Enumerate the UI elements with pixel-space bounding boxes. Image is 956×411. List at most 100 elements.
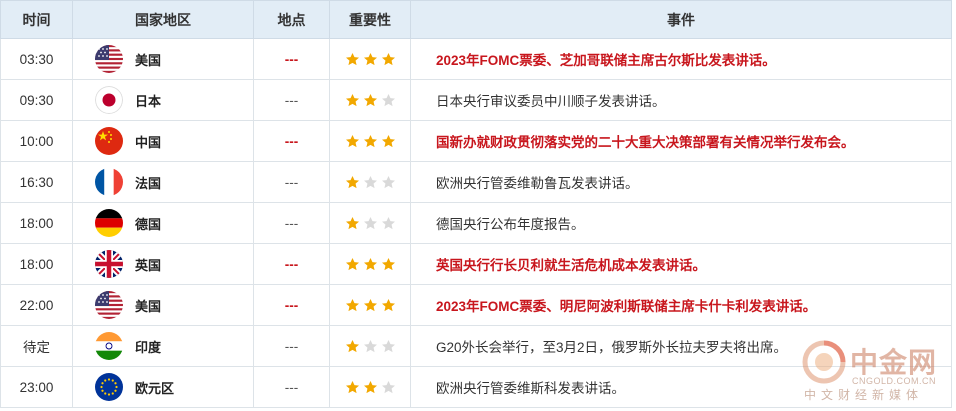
eu-flag-icon	[95, 373, 123, 401]
importance-stars	[329, 161, 411, 203]
india-flag-icon	[95, 332, 123, 360]
star-filled-icon	[346, 257, 359, 271]
star-filled-icon	[382, 298, 395, 312]
row-time: 09:30	[0, 79, 73, 121]
star-filled-icon	[364, 52, 377, 66]
importance-stars	[329, 120, 411, 162]
country-name: 法国	[135, 175, 162, 191]
star-filled-icon	[382, 257, 395, 271]
table-row[interactable]: 23:00 欧元区 --- 欧洲央行管委维斯科发表讲话。	[0, 366, 952, 408]
row-event[interactable]: 2023年FOMC票委、明尼阿波利斯联储主席卡什卡利发表讲话。	[410, 284, 952, 326]
star-filled-icon	[346, 93, 359, 107]
table-row[interactable]: 待定 印度 --- G20外长会举行，至3月2日，俄罗斯外长拉夫罗夫将出席。	[0, 325, 952, 367]
table-row[interactable]: 03:30 美国 --- 2023年FOMC票委、芝加哥联储主席古尔斯比发表讲话。	[0, 38, 952, 80]
table-row[interactable]: 09:30 日本 --- 日本央行审议委员中川顺子发表讲话。	[0, 79, 952, 121]
importance-stars	[329, 38, 411, 80]
table-row[interactable]: 22:00 美国 --- 2023年FOMC票委、明尼阿波利斯联储主席卡什卡利发表讲话…	[0, 284, 952, 326]
row-event[interactable]: 欧洲央行管委维斯科发表讲话。	[410, 366, 952, 408]
row-country: 欧元区	[72, 366, 254, 408]
star-empty-icon	[364, 175, 377, 189]
row-event[interactable]: 2023年FOMC票委、芝加哥联储主席古尔斯比发表讲话。	[410, 38, 952, 80]
star-empty-icon	[364, 216, 377, 230]
star-filled-icon	[346, 339, 359, 353]
row-location: ---	[253, 202, 330, 244]
star-filled-icon	[346, 175, 359, 189]
header-time: 时间	[0, 0, 73, 39]
table-header-row: 时间 国家地区 地点 重要性 事件	[0, 0, 952, 39]
row-time: 18:00	[0, 202, 73, 244]
importance-stars	[329, 325, 411, 367]
us-flag-icon	[95, 291, 123, 319]
china-flag-icon	[95, 127, 123, 155]
country-name: 德国	[135, 216, 162, 232]
star-empty-icon	[382, 216, 395, 230]
star-filled-icon	[364, 380, 377, 394]
row-country: 中国	[72, 120, 254, 162]
importance-stars	[329, 202, 411, 244]
row-country: 英国	[72, 243, 254, 285]
row-country: 法国	[72, 161, 254, 203]
star-filled-icon	[364, 298, 377, 312]
table-row[interactable]: 18:00 英国 --- 英国央行行长贝利就生活危机成本发表讲话。	[0, 243, 952, 285]
row-event[interactable]: 日本央行审议委员中川顺子发表讲话。	[410, 79, 952, 121]
table-body: 03:30 美国 --- 2023年FOMC票委、芝加哥联储主席古尔斯比发表讲话。 09…	[0, 38, 952, 408]
star-filled-icon	[346, 298, 359, 312]
country-name: 英国	[135, 257, 162, 273]
star-empty-icon	[382, 380, 395, 394]
star-empty-icon	[382, 339, 395, 353]
row-event[interactable]: G20外长会举行，至3月2日，俄罗斯外长拉夫罗夫将出席。	[410, 325, 952, 367]
row-location: ---	[253, 120, 330, 162]
header-importance: 重要性	[329, 0, 411, 39]
row-country: 日本	[72, 79, 254, 121]
header-location: 地点	[253, 0, 330, 39]
row-location: ---	[253, 38, 330, 80]
table-row[interactable]: 16:30 法国 --- 欧洲央行管委维勒鲁瓦发表讲话。	[0, 161, 952, 203]
germany-flag-icon	[95, 209, 123, 237]
star-filled-icon	[382, 52, 395, 66]
star-empty-icon	[364, 339, 377, 353]
row-time: 03:30	[0, 38, 73, 80]
row-time: 待定	[0, 325, 73, 367]
header-country: 国家地区	[72, 0, 254, 39]
country-name: 印度	[135, 339, 162, 355]
france-flag-icon	[95, 168, 123, 196]
row-country: 美国	[72, 38, 254, 80]
star-filled-icon	[346, 216, 359, 230]
star-filled-icon	[346, 380, 359, 394]
star-filled-icon	[364, 93, 377, 107]
row-country: 德国	[72, 202, 254, 244]
country-name: 美国	[135, 52, 162, 68]
country-name: 中国	[135, 134, 162, 150]
row-time: 18:00	[0, 243, 73, 285]
star-filled-icon	[346, 52, 359, 66]
row-time: 22:00	[0, 284, 73, 326]
star-filled-icon	[364, 257, 377, 271]
row-time: 10:00	[0, 120, 73, 162]
importance-stars	[329, 79, 411, 121]
star-empty-icon	[382, 175, 395, 189]
importance-stars	[329, 243, 411, 285]
economic-calendar-table: 时间 国家地区 地点 重要性 事件 03:30 美国 --- 2023年FOMC票委、…	[0, 0, 952, 408]
row-location: ---	[253, 284, 330, 326]
row-time: 23:00	[0, 366, 73, 408]
table-row[interactable]: 10:00 中国 --- 国新办就财政贯彻落实党的二十大重大决策部署有关情况举行发布会…	[0, 120, 952, 162]
row-event[interactable]: 德国央行公布年度报告。	[410, 202, 952, 244]
star-empty-icon	[382, 93, 395, 107]
table-row[interactable]: 18:00 德国 --- 德国央行公布年度报告。	[0, 202, 952, 244]
row-event[interactable]: 英国央行行长贝利就生活危机成本发表讲话。	[410, 243, 952, 285]
importance-stars	[329, 284, 411, 326]
row-location: ---	[253, 366, 330, 408]
row-location: ---	[253, 243, 330, 285]
country-name: 欧元区	[135, 380, 175, 396]
star-filled-icon	[364, 134, 377, 148]
japan-flag-icon	[95, 86, 123, 114]
row-location: ---	[253, 325, 330, 367]
row-location: ---	[253, 79, 330, 121]
row-event[interactable]: 欧洲央行管委维勒鲁瓦发表讲话。	[410, 161, 952, 203]
row-event[interactable]: 国新办就财政贯彻落实党的二十大重大决策部署有关情况举行发布会。	[410, 120, 952, 162]
row-country: 印度	[72, 325, 254, 367]
row-location: ---	[253, 161, 330, 203]
country-name: 日本	[135, 93, 162, 109]
us-flag-icon	[95, 45, 123, 73]
country-name: 美国	[135, 298, 162, 314]
